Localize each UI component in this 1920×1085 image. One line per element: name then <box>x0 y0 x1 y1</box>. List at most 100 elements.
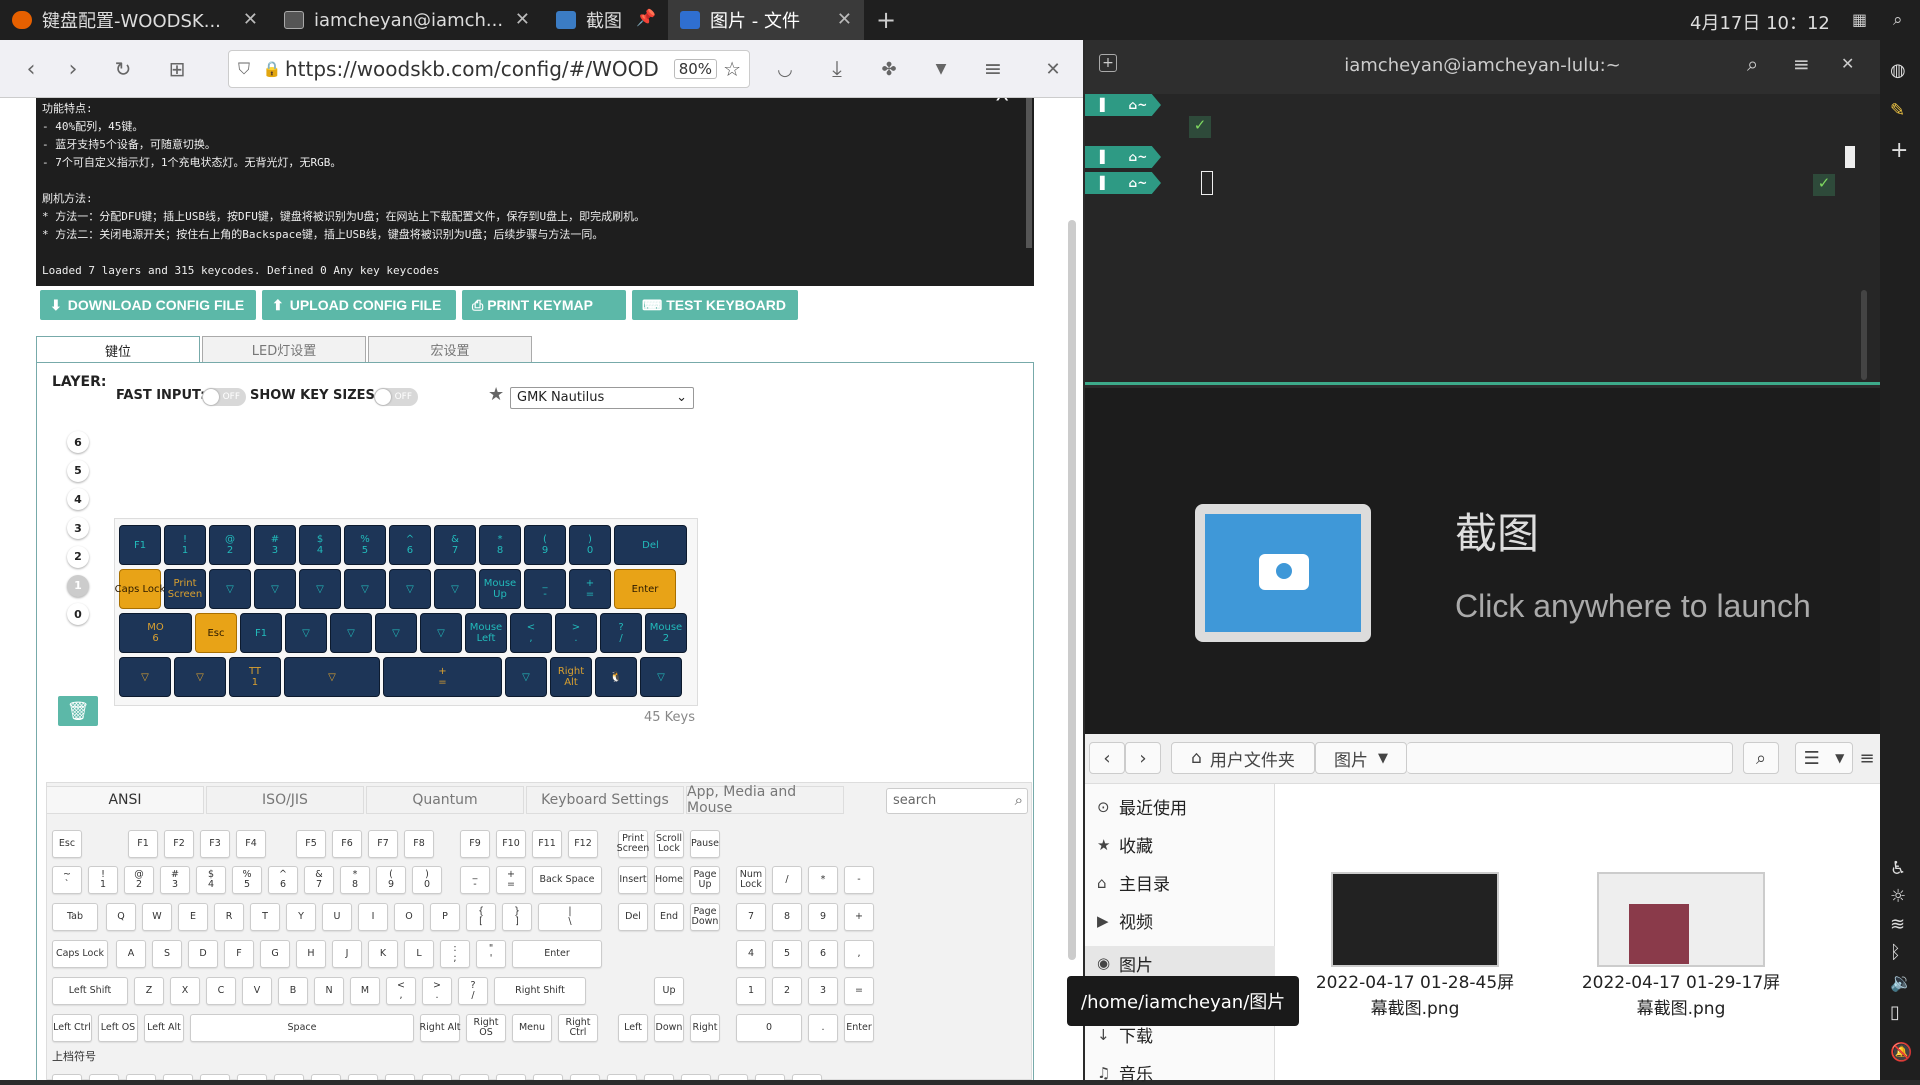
keymap-key[interactable]: F1 <box>240 613 282 653</box>
keycode-key[interactable]: $ 4 <box>196 866 226 894</box>
keycode-key[interactable]: Insert <box>618 866 648 894</box>
keycode-key[interactable]: + = <box>496 866 526 894</box>
keymap-key[interactable]: $ 4 <box>299 525 341 565</box>
globe-icon[interactable]: ◍ <box>1890 60 1906 81</box>
tab-terminal[interactable]: iamcheyan@iamch... ✕ <box>272 0 542 40</box>
shifted-key[interactable]: : <box>681 1074 711 1080</box>
shifted-key[interactable]: ) <box>422 1074 452 1080</box>
keymap-key[interactable]: ! 1 <box>164 525 206 565</box>
keycode-key[interactable]: * 8 <box>340 866 370 894</box>
keycode-key[interactable]: " ' <box>476 940 506 968</box>
keymap-key[interactable]: Mouse 2 <box>645 613 687 653</box>
keycode-key[interactable]: 5 <box>772 940 802 968</box>
keycode-key[interactable]: L <box>404 940 434 968</box>
keycode-key[interactable]: ^ 6 <box>268 866 298 894</box>
pocket-icon[interactable]: ◡ <box>766 50 804 88</box>
tab-keymap[interactable]: 键位 <box>36 336 200 363</box>
url-bar[interactable]: ⛉ 🔒 https://woodskb.com/config/#/WOOD 80… <box>228 50 750 88</box>
shifted-key[interactable]: " <box>792 1074 822 1080</box>
keycode-key[interactable]: F12 <box>568 830 598 858</box>
keycode-key[interactable]: % 5 <box>232 866 262 894</box>
keycode-key[interactable]: Down <box>654 1014 684 1042</box>
keycode-key[interactable]: D <box>188 940 218 968</box>
keymap-key[interactable]: Caps Lock <box>115 569 165 609</box>
shifted-key[interactable]: _ <box>459 1074 489 1080</box>
theme-select[interactable]: GMK Nautilus ⌄ <box>510 387 694 409</box>
favorite-star-icon[interactable]: ★ <box>488 384 504 405</box>
shifted-key[interactable]: # <box>163 1074 193 1080</box>
keycode-key[interactable]: Num Lock <box>736 866 766 894</box>
close-icon[interactable]: ✕ <box>1034 50 1072 88</box>
shifted-key[interactable]: + <box>496 1074 526 1080</box>
search-icon[interactable]: ⌕ <box>1747 52 1758 76</box>
tab-woodsk[interactable]: 键盘配置-WOODSK... ✕ <box>0 0 270 40</box>
sidebar-item[interactable]: ▶ 视频 <box>1097 908 1153 934</box>
keymap-key[interactable]: _ - <box>524 569 566 609</box>
new-container-icon[interactable]: ⊞ <box>158 50 196 88</box>
shifted-key[interactable]: % <box>237 1074 267 1080</box>
sidebar-item[interactable]: ⊙ 最近使用 <box>1097 794 1187 820</box>
notes-icon[interactable]: ✎ <box>1890 100 1905 121</box>
extension-icon[interactable]: ✤ <box>870 50 908 88</box>
url-text[interactable]: https://woodskb.com/config/#/WOOD <box>285 57 674 81</box>
keycode-key[interactable]: F3 <box>200 830 230 858</box>
shifted-key[interactable]: @ <box>126 1074 156 1080</box>
keycode-tab[interactable]: Quantum <box>366 786 524 814</box>
dropdown-icon[interactable]: ▼ <box>922 50 960 88</box>
keycode-tab[interactable]: ANSI <box>46 786 204 814</box>
keycode-key[interactable]: Menu <box>512 1014 552 1042</box>
keymap-key[interactable]: < , <box>510 613 552 653</box>
view-toggle[interactable]: ☰ ▼ <box>1795 742 1853 774</box>
keycode-key[interactable]: { [ <box>466 903 496 931</box>
shifted-key[interactable]: ^ <box>274 1074 304 1080</box>
keymap-key[interactable]: Print Screen <box>164 569 206 609</box>
scrollbar[interactable] <box>1861 290 1867 380</box>
layer-button[interactable]: 3 <box>67 517 89 540</box>
add-icon[interactable]: + <box>1890 138 1908 163</box>
layer-button[interactable]: 2 <box>67 545 89 568</box>
file-name[interactable]: 2022-04-17 01-29-17屏 幕截图.png <box>1581 970 1781 1022</box>
keymap-key[interactable]: ▽ <box>505 657 547 697</box>
keycode-key[interactable]: Tab <box>52 903 98 931</box>
shifted-key[interactable]: ~ <box>52 1074 82 1080</box>
keycode-key[interactable]: # 3 <box>160 866 190 894</box>
keycode-key[interactable]: Up <box>654 977 684 1005</box>
tab-macro-settings[interactable]: 宏设置 <box>368 336 532 362</box>
sidebar-item[interactable]: ⌂ 主目录 <box>1097 870 1170 896</box>
test-keyboard-button[interactable]: ⌨ TEST KEYBOARD <box>632 290 798 320</box>
menu-icon[interactable]: ≡ <box>974 50 1012 88</box>
keymap-key[interactable]: ▽ <box>299 569 341 609</box>
keymap-key[interactable]: Del <box>614 525 687 565</box>
keycode-key[interactable]: 9 <box>808 903 838 931</box>
keycode-key[interactable]: > . <box>422 977 452 1005</box>
close-icon[interactable]: ✕ <box>837 9 852 30</box>
keycode-key[interactable]: Enter <box>844 1014 874 1042</box>
keycode-key[interactable]: P <box>430 903 460 931</box>
keycode-key[interactable]: Q <box>106 903 136 931</box>
keymap-key[interactable]: ▽ <box>420 613 462 653</box>
keymap-key[interactable]: ▽ <box>389 569 431 609</box>
menu-icon[interactable]: ≡ <box>1857 742 1877 774</box>
keycode-key[interactable]: ( 9 <box>376 866 406 894</box>
text-cursor[interactable] <box>1201 171 1213 195</box>
keycode-key[interactable]: T <box>250 903 280 931</box>
keycode-key[interactable]: R <box>214 903 244 931</box>
keymap-key[interactable]: ) 0 <box>569 525 611 565</box>
keycode-key[interactable]: Right <box>690 1014 720 1042</box>
keycode-key[interactable]: N <box>314 977 344 1005</box>
search-input[interactable]: search ⌕ <box>886 788 1028 814</box>
keycode-key[interactable]: Page Down <box>690 903 720 931</box>
keymap-key[interactable]: ▽ <box>375 613 417 653</box>
keycode-key[interactable]: F6 <box>332 830 362 858</box>
bluetooth-icon[interactable]: ᛒ <box>1890 942 1901 963</box>
print-keymap-button[interactable]: ⎙ PRINT KEYMAP <box>462 290 626 320</box>
layer-button[interactable]: 6 <box>67 431 89 453</box>
keycode-key[interactable]: O <box>394 903 424 931</box>
keycode-key[interactable]: . <box>808 1014 838 1042</box>
keycode-key[interactable]: Del <box>618 903 648 931</box>
keycode-key[interactable]: Left Alt <box>144 1014 184 1042</box>
keycode-key[interactable]: S <box>152 940 182 968</box>
keymap-key[interactable]: Mouse Left <box>465 613 507 653</box>
keycode-key[interactable]: Left Ctrl <box>52 1014 92 1042</box>
shield-icon[interactable]: ⛉ <box>229 59 259 79</box>
